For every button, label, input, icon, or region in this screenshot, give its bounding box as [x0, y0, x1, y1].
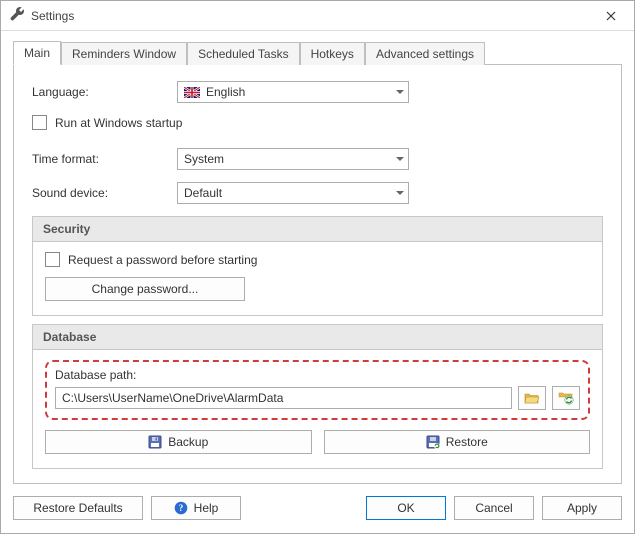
svg-text:?: ?: [178, 503, 183, 513]
cancel-label: Cancel: [475, 501, 512, 515]
tab-reminders[interactable]: Reminders Window: [61, 42, 187, 65]
tab-strip: Main Reminders Window Scheduled Tasks Ho…: [13, 41, 622, 65]
security-group: Security Request a password before start…: [32, 216, 603, 316]
help-button[interactable]: ? Help: [151, 496, 241, 520]
dialog-footer: Restore Defaults ? Help OK Cancel Apply: [1, 484, 634, 532]
flag-uk-icon: [184, 87, 200, 98]
floppy-disk-icon: [148, 435, 162, 449]
tab-scheduled[interactable]: Scheduled Tasks: [187, 42, 300, 65]
time-format-value: System: [184, 152, 224, 166]
security-title: Security: [33, 217, 602, 242]
chevron-down-icon: [396, 90, 404, 94]
database-path-highlight: Database path: C:\Users\UserName\OneDriv…: [45, 360, 590, 420]
database-path-label: Database path:: [55, 368, 580, 382]
ok-button[interactable]: OK: [366, 496, 446, 520]
window-title: Settings: [31, 9, 74, 23]
language-value: English: [206, 85, 245, 99]
browse-folder-button[interactable]: [518, 386, 546, 410]
tab-main[interactable]: Main: [13, 41, 61, 65]
checkbox-box: [32, 115, 47, 130]
request-password-label: Request a password before starting: [68, 253, 257, 267]
ok-label: OK: [397, 501, 414, 515]
wrench-icon: [9, 6, 25, 25]
database-group: Database Database path: C:\Users\UserNam…: [32, 324, 603, 469]
cancel-button[interactable]: Cancel: [454, 496, 534, 520]
restore-label: Restore: [446, 435, 488, 449]
run-at-startup-label: Run at Windows startup: [55, 116, 182, 130]
language-label: Language:: [32, 85, 177, 99]
checkbox-box: [45, 252, 60, 267]
request-password-checkbox[interactable]: Request a password before starting: [45, 252, 590, 267]
folder-open-icon: [524, 391, 540, 405]
help-label: Help: [194, 501, 219, 515]
apply-button[interactable]: Apply: [542, 496, 622, 520]
sync-button[interactable]: [552, 386, 580, 410]
time-format-label: Time format:: [32, 152, 177, 166]
help-icon: ?: [174, 501, 188, 515]
database-path-input[interactable]: C:\Users\UserName\OneDrive\AlarmData: [55, 387, 512, 409]
run-at-startup-checkbox[interactable]: Run at Windows startup: [32, 115, 603, 130]
floppy-restore-icon: [426, 435, 440, 449]
database-title: Database: [33, 325, 602, 350]
language-combo[interactable]: English: [177, 81, 409, 103]
time-format-combo[interactable]: System: [177, 148, 409, 170]
backup-button[interactable]: Backup: [45, 430, 312, 454]
sound-device-value: Default: [184, 186, 222, 200]
sound-device-label: Sound device:: [32, 186, 177, 200]
change-password-button[interactable]: Change password...: [45, 277, 245, 301]
tab-hotkeys[interactable]: Hotkeys: [300, 42, 365, 65]
restore-defaults-button[interactable]: Restore Defaults: [13, 496, 143, 520]
sync-icon: [558, 391, 574, 405]
backup-label: Backup: [168, 435, 208, 449]
tab-advanced[interactable]: Advanced settings: [365, 42, 485, 65]
tab-panel-main: Language: English Run at Windows startup: [13, 65, 622, 484]
restore-button[interactable]: Restore: [324, 430, 591, 454]
chevron-down-icon: [396, 191, 404, 195]
database-path-value: C:\Users\UserName\OneDrive\AlarmData: [62, 391, 283, 405]
sound-device-combo[interactable]: Default: [177, 182, 409, 204]
titlebar: Settings: [1, 1, 634, 31]
change-password-label: Change password...: [92, 282, 199, 296]
apply-label: Apply: [567, 501, 597, 515]
restore-defaults-label: Restore Defaults: [33, 501, 122, 515]
close-button[interactable]: [588, 1, 634, 31]
chevron-down-icon: [396, 157, 404, 161]
close-icon: [606, 11, 616, 21]
